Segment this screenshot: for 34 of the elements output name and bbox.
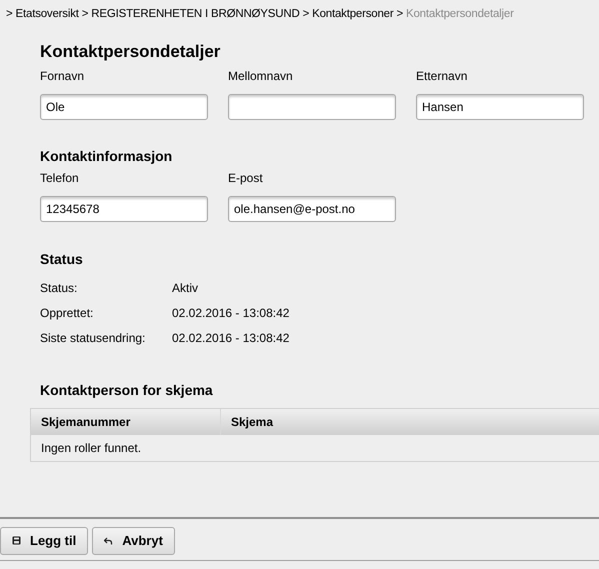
breadcrumb-separator: > <box>396 6 404 22</box>
field-label: Fornavn <box>40 68 86 84</box>
section-title: Kontaktinformasjon <box>40 147 174 166</box>
input-field[interactable]: ole.hansen@e-post.no <box>228 196 396 222</box>
status-label: Siste statusendring: <box>40 330 146 346</box>
column-header[interactable]: Skjema <box>221 409 599 435</box>
field-label: Telefon <box>40 170 80 186</box>
save-button[interactable]: Legg til <box>0 526 88 554</box>
breadcrumb-link[interactable]: Etatsoversikt <box>16 6 79 24</box>
status-value: Aktiv <box>172 280 198 296</box>
cancel-button[interactable]: Avbryt <box>92 526 175 554</box>
breadcrumb-separator: > <box>6 6 13 22</box>
section-title: Status <box>40 250 84 269</box>
input-field[interactable]: Hansen <box>416 94 584 120</box>
status-label: Opprettet: <box>40 304 94 322</box>
field-label: Mellomnavn <box>228 68 294 84</box>
field-label: E-post <box>228 170 264 186</box>
field-label: Etternavn <box>416 68 468 84</box>
breadcrumb-link[interactable]: REGISTERENHETEN I BRØNNØYSUND <box>91 6 300 24</box>
input-field[interactable]: Ole <box>40 94 208 120</box>
breadcrumb-separator: > <box>82 6 88 22</box>
undo-arrow-icon <box>104 536 114 544</box>
breadcrumb-current: Kontaktpersondetaljer <box>406 6 514 22</box>
column-header[interactable]: Skjemanummer <box>31 409 221 435</box>
page-title: Kontaktpersondetaljer <box>40 41 222 63</box>
breadcrumb-link[interactable]: Kontaktpersoner <box>312 6 394 24</box>
status-value: 02.02.2016 - 13:08:42 <box>172 304 290 322</box>
input-field[interactable] <box>228 94 396 120</box>
section-title: Kontaktperson for skjema <box>40 381 214 400</box>
breadcrumb-separator: > <box>302 6 310 22</box>
empty-message: Ingen roller funnet. <box>41 440 142 457</box>
input-field[interactable]: 12345678 <box>40 196 208 222</box>
status-value: 02.02.2016 - 13:08:42 <box>172 330 290 346</box>
status-label: Status: <box>40 280 78 296</box>
